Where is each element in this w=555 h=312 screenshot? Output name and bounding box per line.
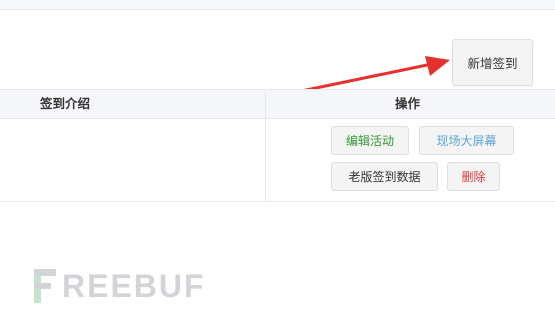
header-actions: 操作 bbox=[394, 96, 420, 111]
top-strip bbox=[0, 0, 555, 10]
table-header: 签到介绍 操作 bbox=[0, 89, 555, 119]
edit-activity-button[interactable]: 编辑活动 bbox=[331, 126, 409, 155]
add-signin-button[interactable]: 新增签到 bbox=[452, 39, 533, 86]
watermark-logo-f bbox=[34, 269, 60, 303]
watermark-text: REEBUF bbox=[62, 267, 206, 304]
table-row-divider bbox=[0, 201, 555, 202]
column-divider bbox=[265, 89, 266, 202]
live-screen-button[interactable]: 现场大屏幕 bbox=[419, 126, 514, 155]
freebuf-watermark: REEBUF bbox=[34, 266, 206, 306]
header-intro: 签到介绍 bbox=[40, 96, 91, 111]
delete-button[interactable]: 删除 bbox=[447, 162, 500, 191]
old-signin-data-button[interactable]: 老版签到数据 bbox=[331, 162, 438, 191]
